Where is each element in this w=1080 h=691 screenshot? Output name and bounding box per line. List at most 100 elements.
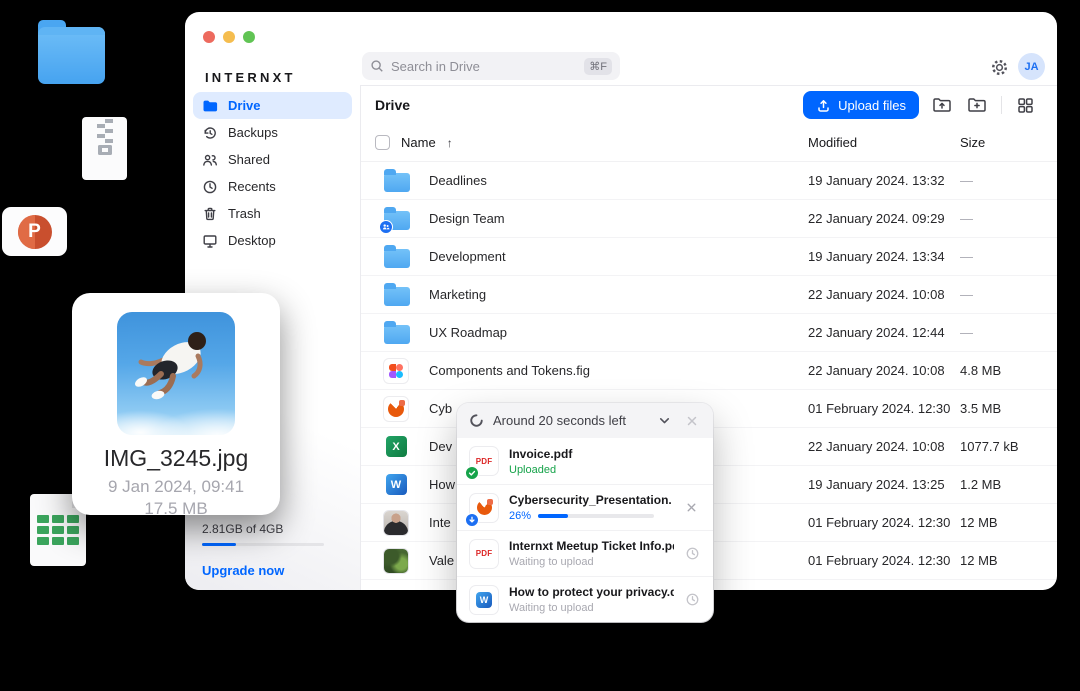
chevron-down-icon: [657, 413, 672, 428]
file-name: How: [429, 477, 455, 492]
upload-progress-track: [538, 514, 654, 518]
table-row[interactable]: Design Team 22 January 2024. 09:29 —: [361, 200, 1057, 238]
upload-folder-button[interactable]: [930, 93, 954, 117]
clock-icon: [202, 179, 218, 195]
upload-files-button[interactable]: Upload files: [803, 91, 919, 119]
file-modified: 19 January 2024. 13:25: [808, 477, 960, 492]
table-row[interactable]: UX Roadmap 22 January 2024. 12:44 —: [361, 314, 1057, 352]
figma-icon: [384, 359, 408, 383]
floating-person-illustration: [117, 312, 235, 435]
table-row[interactable]: Marketing 22 January 2024. 10:08 —: [361, 276, 1057, 314]
upload-file-name: How to protect your privacy.doc: [509, 585, 674, 599]
file-size: 4.8 MB: [960, 363, 1057, 378]
shared-badge-icon: [379, 220, 393, 234]
close-window-button[interactable]: [203, 31, 215, 43]
search-bar[interactable]: ⌘F: [362, 52, 620, 80]
image-preview-card[interactable]: IMG_3245.jpg 9 Jan 2024, 09:41 17.5 MB: [72, 293, 280, 515]
sidebar-item-trash[interactable]: Trash: [193, 200, 352, 227]
table-row[interactable]: Deadlines 19 January 2024. 13:32 —: [361, 162, 1057, 200]
image-size: 17.5 MB: [72, 499, 280, 519]
zoom-window-button[interactable]: [243, 31, 255, 43]
select-all-checkbox[interactable]: [375, 135, 390, 150]
upload-popup-header: Around 20 seconds left: [457, 403, 713, 438]
upload-item: Cybersecurity_Presentation.ppt 26%: [457, 484, 713, 530]
storage-progress-fill: [202, 543, 236, 546]
upload-file-name: Invoice.pdf: [509, 447, 700, 461]
table-row[interactable]: Components and Tokens.fig 22 January 202…: [361, 352, 1057, 390]
column-size[interactable]: Size: [960, 135, 1057, 150]
avatar[interactable]: JA: [1018, 53, 1045, 80]
sidebar-item-label: Drive: [228, 98, 261, 113]
file-name: Marketing: [429, 287, 486, 302]
search-icon: [370, 59, 384, 73]
column-name[interactable]: Name: [401, 135, 436, 150]
cancel-upload-button[interactable]: [683, 499, 700, 516]
file-name: Development: [429, 249, 506, 264]
upload-file-name: Cybersecurity_Presentation.ppt: [509, 493, 672, 507]
people-icon: [202, 152, 218, 168]
sidebar-item-recents[interactable]: Recents: [193, 173, 352, 200]
floating-zip-file-icon[interactable]: [82, 117, 127, 180]
sidebar-item-label: Recents: [228, 179, 276, 194]
file-size: 12 MB: [960, 553, 1057, 568]
toolbar: Drive Upload files: [361, 86, 1057, 124]
upload-item: PDF Invoice.pdf Uploaded: [457, 438, 713, 484]
spinner-icon: [469, 413, 484, 428]
sort-arrow-icon[interactable]: ↑: [447, 136, 453, 150]
upload-files-label: Upload files: [838, 98, 906, 113]
folder-icon: [384, 287, 410, 306]
minimize-window-button[interactable]: [223, 31, 235, 43]
sidebar-item-desktop[interactable]: Desktop: [193, 227, 352, 254]
waiting-clock-icon: [685, 546, 700, 561]
folder-icon: [384, 249, 410, 268]
sidebar-item-shared[interactable]: Shared: [193, 146, 352, 173]
upload-file-name: Internxt Meetup Ticket Info.pdf: [509, 539, 674, 553]
upload-icon: [816, 98, 831, 113]
file-modified: 01 February 2024. 12:30: [808, 553, 960, 568]
grid-view-button[interactable]: [1013, 93, 1037, 117]
file-size: 1.2 MB: [960, 477, 1057, 492]
file-modified: 22 January 2024. 12:44: [808, 325, 960, 340]
floating-powerpoint-icon[interactable]: P: [2, 207, 67, 256]
image-date: 9 Jan 2024, 09:41: [72, 477, 280, 497]
sidebar-item-backups[interactable]: Backups: [193, 119, 352, 146]
table-row[interactable]: Development 19 January 2024. 13:34 —: [361, 238, 1057, 276]
column-modified[interactable]: Modified: [808, 135, 960, 150]
upgrade-link[interactable]: Upgrade now: [202, 563, 324, 578]
file-name: Vale: [429, 553, 454, 568]
spreadsheet-grid-icon: [37, 515, 79, 545]
progress-badge-icon: [465, 513, 479, 527]
collapse-popup-button[interactable]: [655, 411, 674, 430]
sidebar-item-drive[interactable]: Drive: [193, 92, 352, 119]
close-icon: [685, 414, 699, 428]
search-shortcut-badge: ⌘F: [584, 58, 612, 75]
photo-thumbnail-portrait: [384, 511, 408, 535]
upload-progress-popup: Around 20 seconds left PDF Invoice.pdf U…: [457, 403, 713, 622]
upload-status: Waiting to upload: [509, 556, 674, 568]
settings-button[interactable]: [988, 56, 1010, 78]
file-name: Design Team: [429, 211, 505, 226]
powerpoint-icon: [384, 397, 408, 421]
file-modified: 22 January 2024. 10:08: [808, 287, 960, 302]
waiting-clock-icon: [685, 592, 700, 607]
file-name: Deadlines: [429, 173, 487, 188]
file-modified: 22 January 2024. 09:29: [808, 211, 960, 226]
floating-folder-icon[interactable]: [38, 27, 105, 84]
search-input[interactable]: [391, 59, 577, 74]
pdf-icon: PDF: [470, 447, 498, 475]
file-modified: 22 January 2024. 10:08: [808, 363, 960, 378]
folder-icon: [384, 173, 410, 192]
check-badge-icon: [465, 466, 479, 480]
word-icon: W: [470, 586, 498, 614]
window-controls: [203, 31, 255, 43]
file-size: —: [960, 325, 1057, 340]
file-modified: 22 January 2024. 10:08: [808, 439, 960, 454]
canvas: P IMG_3245.jpg 9 Jan 2024, 09:41 17.5 MB: [0, 0, 1080, 691]
toolbar-divider: [1001, 96, 1002, 114]
create-folder-button[interactable]: [965, 93, 989, 117]
file-size: —: [960, 249, 1057, 264]
file-modified: 01 February 2024. 12:30: [808, 401, 960, 416]
sidebar-item-label: Trash: [228, 206, 261, 221]
folder-shared-icon: [384, 211, 410, 230]
close-popup-button[interactable]: [683, 412, 701, 430]
